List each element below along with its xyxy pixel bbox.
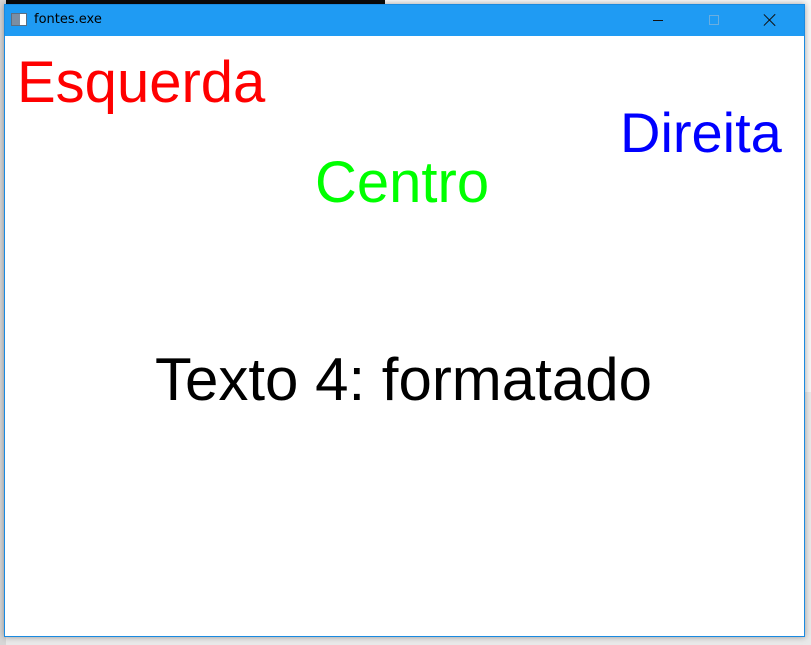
- app-window: fontes.exe Esquerda Direita Centro Texto…: [4, 4, 805, 637]
- close-icon: [763, 13, 777, 27]
- app-window-icon[interactable]: [11, 13, 27, 26]
- maximize-button[interactable]: [691, 5, 737, 36]
- maximize-icon: [709, 15, 719, 25]
- text-right-aligned: Direita: [620, 101, 782, 164]
- text-left-aligned: Esquerda: [17, 50, 266, 115]
- close-button[interactable]: [747, 5, 793, 36]
- text-center-aligned: Centro: [315, 150, 490, 215]
- title-bar[interactable]: fontes.exe: [5, 5, 804, 36]
- minimize-button[interactable]: [635, 5, 681, 36]
- window-title: fontes.exe: [34, 12, 102, 27]
- minimize-icon: [653, 20, 663, 21]
- client-area: Esquerda Direita Centro Texto 4: formata…: [5, 36, 804, 636]
- text-formatted: Texto 4: formatado: [155, 346, 652, 413]
